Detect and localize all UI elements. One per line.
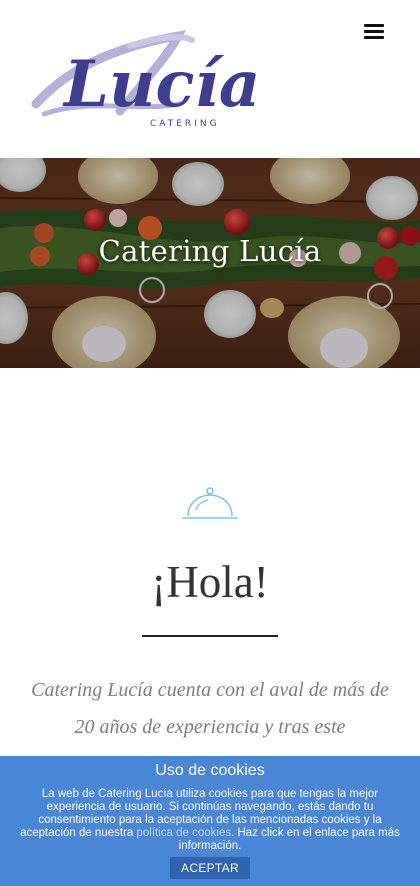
logo-subtitle-text: CATERING — [150, 119, 220, 129]
site-header: Lucía CATERING — [0, 0, 420, 158]
catering-lucia-logo[interactable]: Lucía CATERING — [30, 26, 282, 134]
intro-paragraph: Catering Lucía cuenta con el aval de más… — [31, 679, 389, 738]
cookie-policy-link[interactable]: política de cookies — [136, 827, 231, 839]
hero-banner: Catering Lucía — [0, 158, 420, 368]
cloche-icon — [180, 486, 240, 522]
hero-title: Catering Lucía — [98, 234, 322, 268]
logo-script-text: Lucía — [62, 47, 260, 122]
cookie-banner-title: Uso de cookies — [155, 762, 265, 779]
menu-bar — [364, 36, 384, 39]
hamburger-menu-icon[interactable] — [362, 21, 388, 43]
intro-heading: ¡Hola! — [151, 557, 269, 607]
cookie-banner-text: La web de Catering Lucía utiliza cookies… — [16, 788, 404, 853]
accept-cookies-button[interactable]: ACEPTAR — [170, 857, 250, 879]
menu-bar — [364, 24, 384, 27]
heading-divider — [142, 635, 278, 637]
menu-bar — [364, 30, 384, 33]
